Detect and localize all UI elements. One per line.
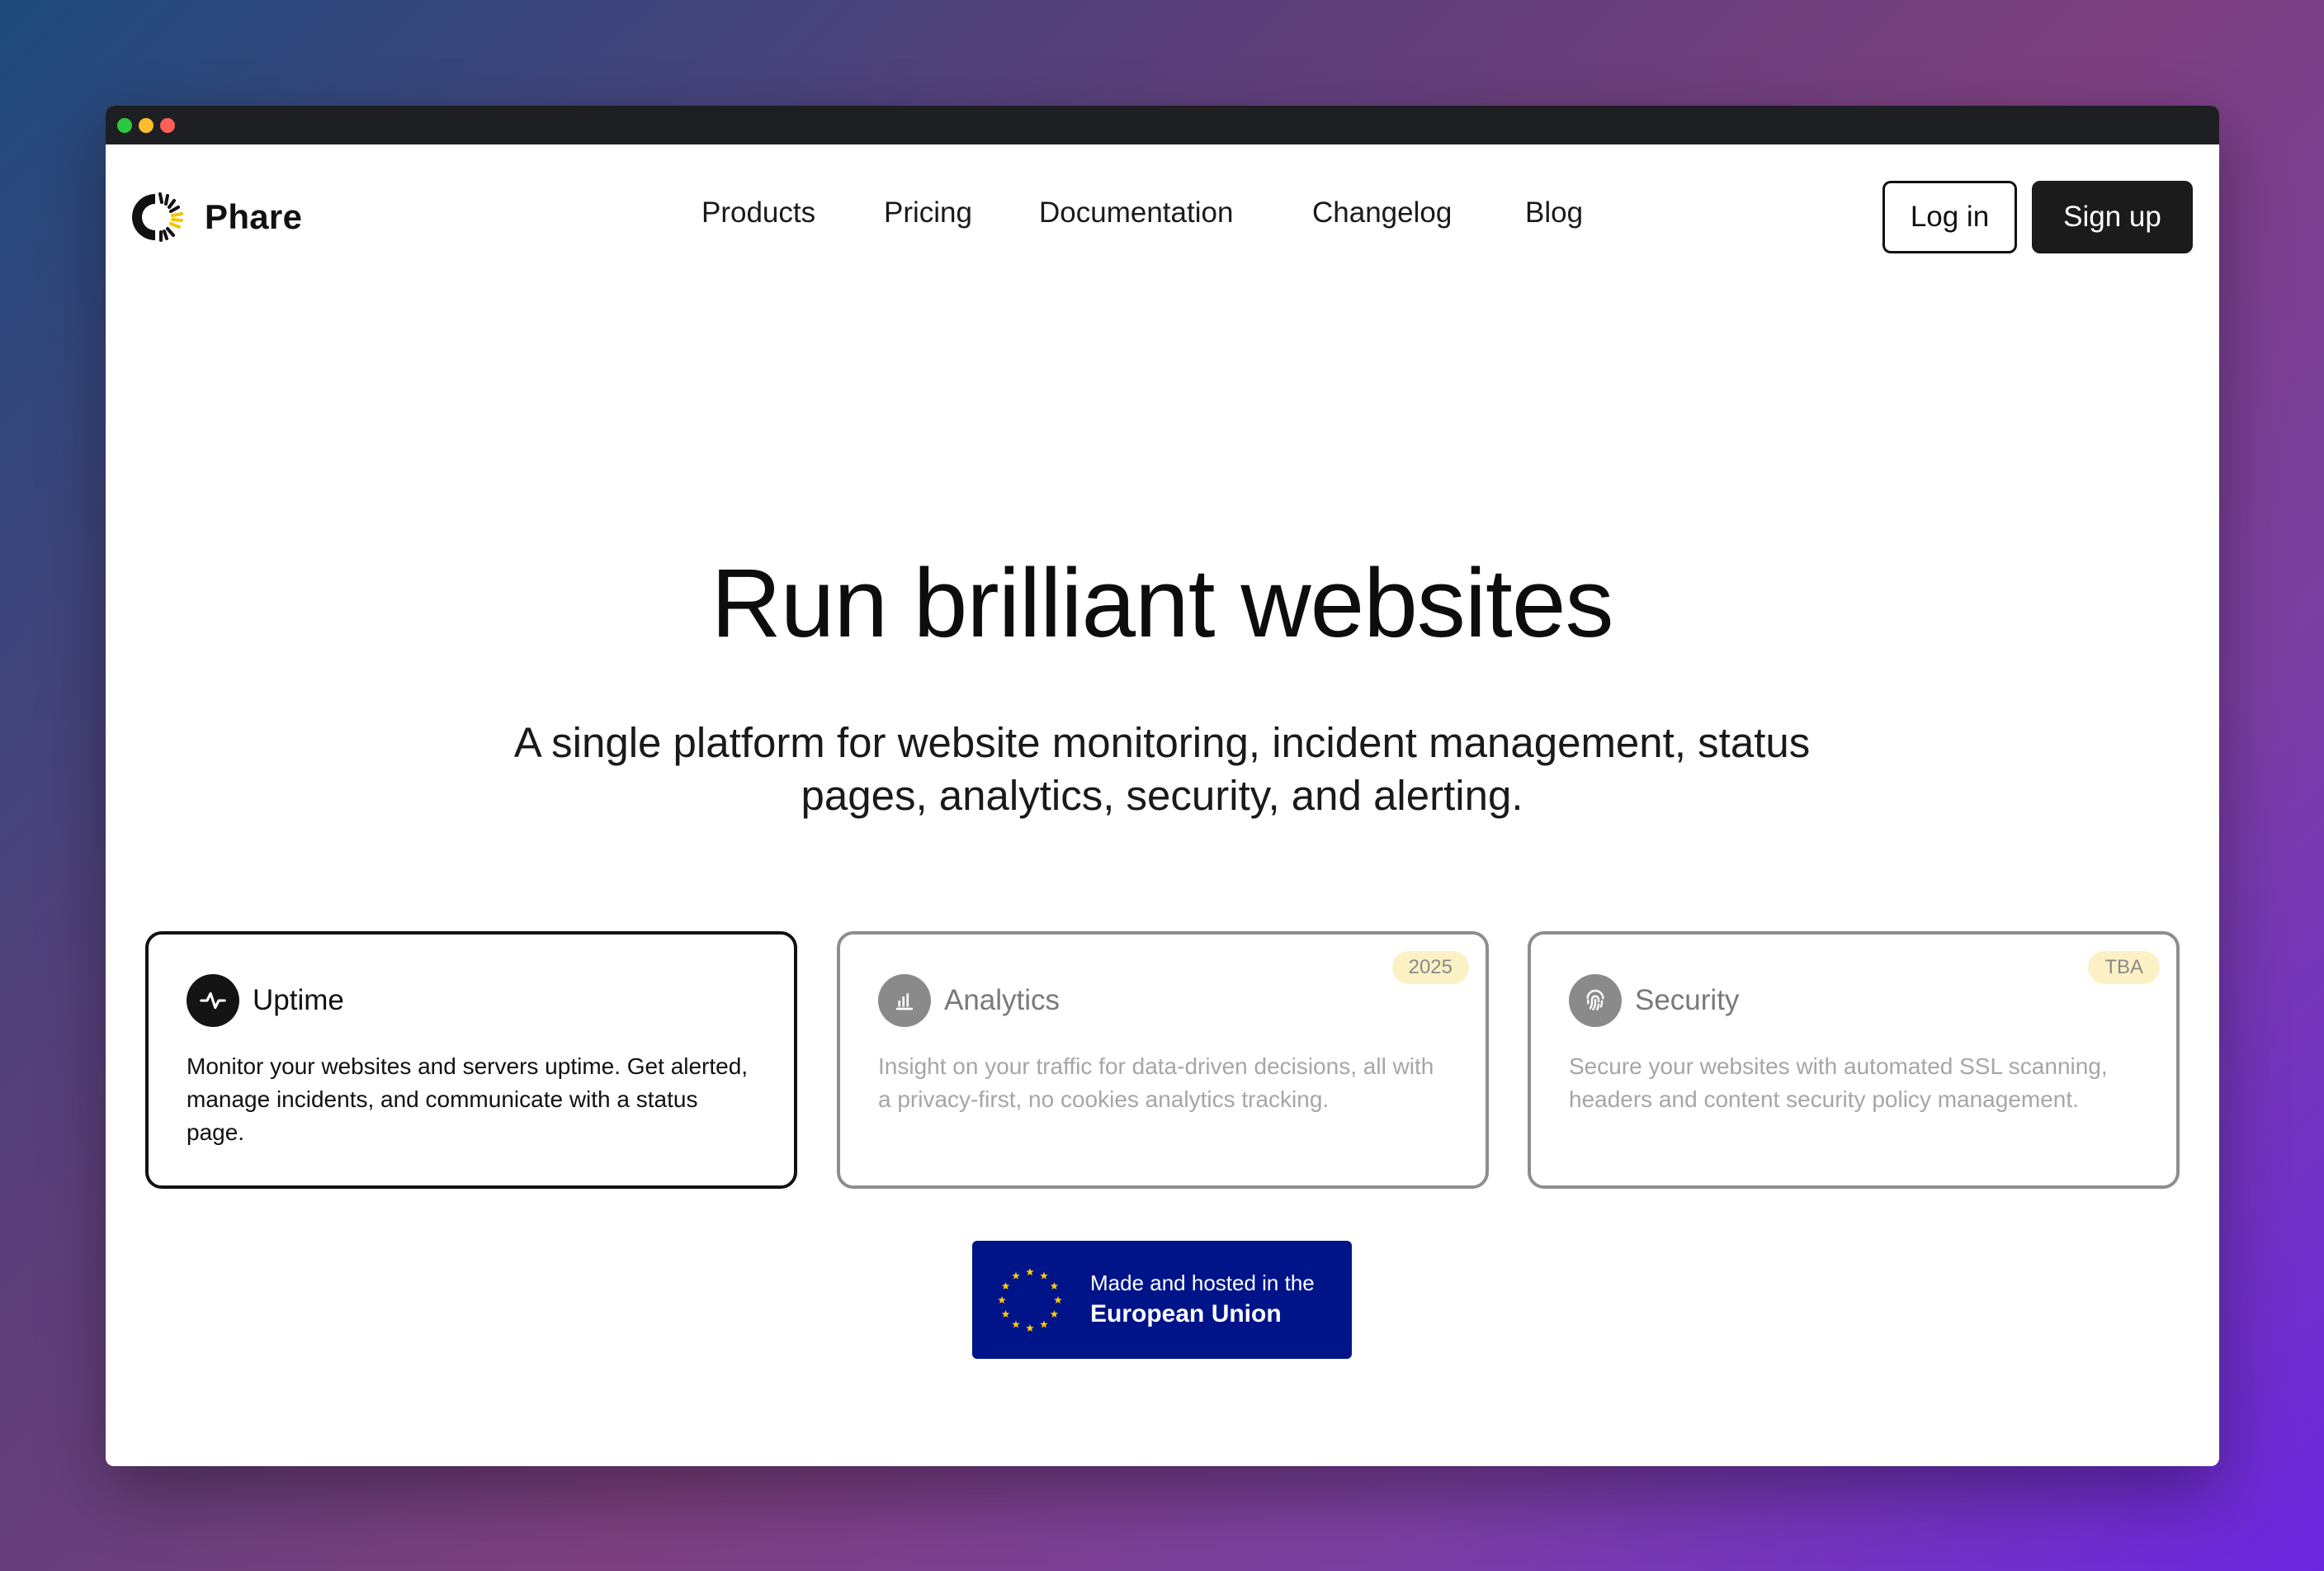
window-close-dot[interactable]: [160, 118, 175, 133]
eu-badge-line1: Made and hosted in the: [1090, 1271, 1315, 1295]
card-description: Secure your websites with automated SSL …: [1569, 1053, 2108, 1112]
signup-button[interactable]: Sign up: [2032, 181, 2193, 253]
window-minimize-dot[interactable]: [139, 118, 154, 133]
eu-star: [1040, 1320, 1048, 1328]
eu-star: [1001, 1310, 1010, 1318]
nav-link-products[interactable]: Products: [701, 196, 815, 229]
product-card-analytics[interactable]: 2025 Analytics Insight on your traffic f…: [837, 931, 1489, 1189]
eu-star: [1040, 1271, 1048, 1280]
bar-chart-icon: [878, 974, 931, 1027]
title-bar: [106, 106, 2219, 144]
eu-star: [1001, 1282, 1010, 1290]
hero-subtitle: A single platform for website monitoring…: [513, 719, 1811, 819]
eu-star: [1026, 1324, 1034, 1332]
card-title: Analytics: [944, 984, 1060, 1016]
eu-stars-icon: [998, 1268, 1062, 1332]
card-description: Insight on your traffic for data-driven …: [878, 1053, 1434, 1112]
pulse-icon: [187, 974, 239, 1027]
window-maximize-dot[interactable]: [117, 118, 132, 133]
card-title: Uptime: [253, 984, 344, 1016]
eu-star: [1012, 1271, 1020, 1280]
card-badge: 2025: [1391, 951, 1469, 984]
eu-star: [1012, 1320, 1020, 1328]
login-button[interactable]: Log in: [1882, 181, 2017, 253]
eu-star: [998, 1296, 1006, 1304]
product-card-security[interactable]: TBA Security Secure your websites with a…: [1528, 931, 2180, 1189]
nav-link-pricing[interactable]: Pricing: [884, 196, 972, 229]
card-description: Monitor your websites and servers uptime…: [187, 1053, 749, 1145]
brand-link[interactable]: Phare: [130, 187, 302, 247]
eu-star: [1054, 1296, 1062, 1304]
eu-star: [1050, 1282, 1059, 1290]
card-title: Security: [1635, 984, 1740, 1016]
nav-link-changelog[interactable]: Changelog: [1312, 196, 1452, 229]
nav-link-blog[interactable]: Blog: [1525, 196, 1583, 229]
product-card-uptime[interactable]: Uptime Monitor your websites and servers…: [145, 931, 797, 1189]
eu-star: [1050, 1310, 1059, 1318]
hero-title: Run brilliant websites: [711, 549, 1614, 658]
phare-logo-icon: [132, 192, 183, 242]
eu-star: [1026, 1268, 1034, 1276]
fingerprint-icon: [1569, 974, 1622, 1027]
nav-link-documentation[interactable]: Documentation: [1039, 196, 1233, 229]
eu-badge-line2: European Union: [1090, 1300, 1282, 1327]
brand-name: Phare: [205, 197, 303, 236]
card-badge: TBA: [2088, 951, 2160, 984]
eu-hosted-badge[interactable]: Made and hosted in the European Union: [972, 1241, 1352, 1359]
